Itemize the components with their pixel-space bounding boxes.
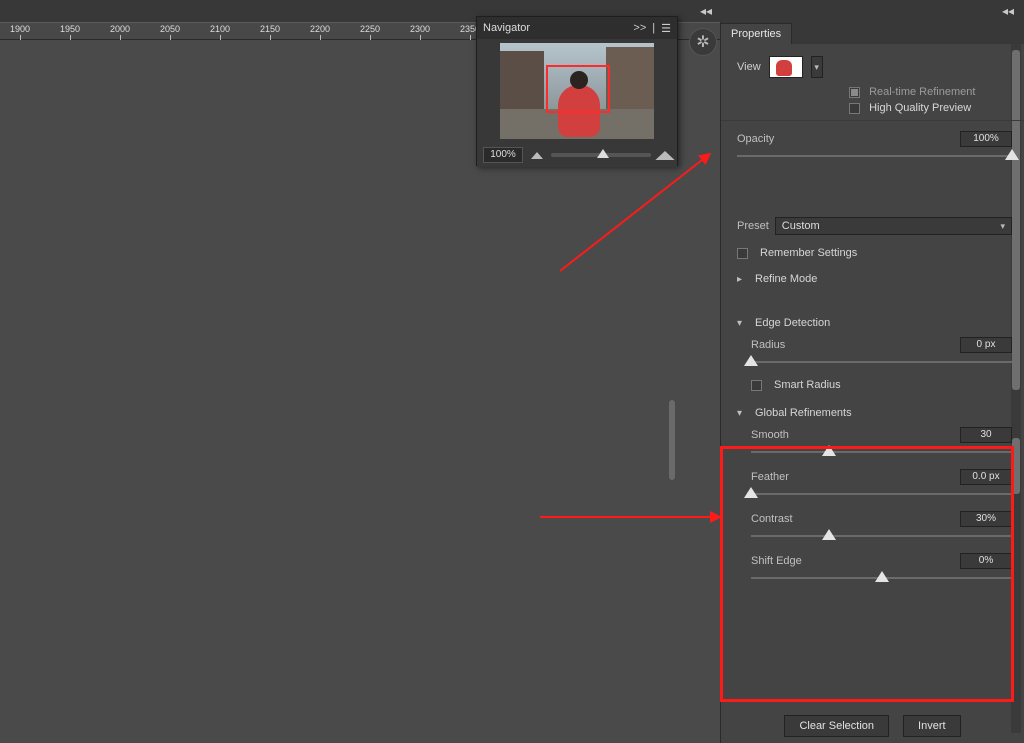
feather-value-input[interactable]: 0.0 px <box>960 469 1012 485</box>
separator <box>721 120 1024 121</box>
feather-slider[interactable] <box>751 487 1012 501</box>
vertical-scrollbar-thumb[interactable] <box>669 400 675 480</box>
subject-cutout <box>0 40 390 743</box>
high-quality-preview-row[interactable]: High Quality Preview <box>849 102 1012 114</box>
navigator-body <box>477 39 677 143</box>
smooth-slider-knob[interactable] <box>822 445 836 456</box>
chevron-down-icon: ▾ <box>1000 221 1005 232</box>
opacity-row: Opacity 100% <box>737 131 1012 147</box>
panel-collapse-right-icon[interactable]: ◂◂ <box>1002 4 1014 18</box>
smart-radius-label: Smart Radius <box>774 379 841 391</box>
shift-edge-value-input[interactable]: 0% <box>960 553 1012 569</box>
opacity-slider[interactable] <box>737 149 1012 163</box>
remember-settings-checkbox[interactable] <box>737 248 748 259</box>
opacity-label: Opacity <box>737 133 774 145</box>
contrast-value-input[interactable]: 30% <box>960 511 1012 527</box>
ruler-tick: 2000 <box>110 24 130 34</box>
ruler-tick: 2150 <box>260 24 280 34</box>
ship-wheel-icon[interactable]: ✲ <box>689 28 717 56</box>
contrast-slider[interactable] <box>751 529 1012 543</box>
navigator-header[interactable]: Navigator >> | ☰ <box>477 17 677 39</box>
action-button-row: Clear Selection Invert <box>737 715 1008 737</box>
high-quality-preview-label: High Quality Preview <box>869 102 971 114</box>
smooth-label: Smooth <box>751 429 789 441</box>
navigator-thumbnail[interactable] <box>500 43 654 139</box>
high-quality-preview-checkbox[interactable] <box>849 103 860 114</box>
ruler-tick: 2050 <box>160 24 180 34</box>
view-mode-thumbnail[interactable] <box>769 56 803 78</box>
remember-settings-row[interactable]: Remember Settings <box>737 247 1012 259</box>
realtime-refinement-checkbox <box>849 87 860 98</box>
global-refinements-header[interactable]: ▾ Global Refinements <box>737 407 1012 419</box>
zoom-out-icon[interactable] <box>531 152 543 159</box>
contrast-slider-knob[interactable] <box>822 529 836 540</box>
view-mode-dropdown[interactable]: ▾ <box>811 56 823 78</box>
properties-panel: Properties View ▾ Real-time Refinement H… <box>720 22 1024 743</box>
ruler-tick: 2250 <box>360 24 380 34</box>
shift-edge-slider-knob[interactable] <box>875 571 889 582</box>
navigator-viewport-box[interactable] <box>546 65 610 113</box>
remember-settings-label: Remember Settings <box>760 247 857 259</box>
radius-label: Radius <box>751 339 785 351</box>
opacity-slider-knob[interactable] <box>1005 149 1019 160</box>
chevron-right-icon: ▸ <box>737 274 747 285</box>
ruler-tick: 2200 <box>310 24 330 34</box>
preset-value: Custom <box>782 220 820 232</box>
refine-mode-label: Refine Mode <box>755 273 817 285</box>
clear-selection-button[interactable]: Clear Selection <box>784 715 889 737</box>
collapse-icon[interactable]: >> <box>633 22 646 34</box>
contrast-row: Contrast 30% <box>751 511 1012 527</box>
view-label: View <box>737 61 761 73</box>
preset-label: Preset <box>737 220 769 232</box>
panel-menu-icon[interactable]: ☰ <box>661 22 671 35</box>
preset-row: Preset Custom ▾ <box>737 217 1012 235</box>
edge-detection-label: Edge Detection <box>755 317 830 329</box>
zoom-slider[interactable] <box>551 153 651 157</box>
feather-row: Feather 0.0 px <box>751 469 1012 485</box>
smart-radius-checkbox[interactable] <box>751 380 762 391</box>
zoom-slider-knob[interactable] <box>597 149 609 158</box>
shift-edge-row: Shift Edge 0% <box>751 553 1012 569</box>
radius-slider-knob[interactable] <box>744 355 758 366</box>
chevron-down-icon: ▾ <box>737 318 747 329</box>
smooth-row: Smooth 30 <box>751 427 1012 443</box>
ruler-tick: 1900 <box>10 24 30 34</box>
smart-radius-row[interactable]: Smart Radius <box>751 379 1012 391</box>
feather-label: Feather <box>751 471 789 483</box>
feather-slider-knob[interactable] <box>744 487 758 498</box>
shift-edge-label: Shift Edge <box>751 555 802 567</box>
ruler-tick: 2300 <box>410 24 430 34</box>
realtime-refinement-row: Real-time Refinement <box>849 86 1012 98</box>
view-mode-row: View ▾ <box>737 56 1012 78</box>
annotation-arrow <box>540 516 720 518</box>
ruler-tick: 1950 <box>60 24 80 34</box>
edge-detection-header[interactable]: ▾ Edge Detection <box>737 317 1012 329</box>
zoom-in-icon[interactable] <box>655 151 674 160</box>
properties-tab-row: Properties <box>721 22 1024 44</box>
invert-button[interactable]: Invert <box>903 715 961 737</box>
contrast-label: Contrast <box>751 513 793 525</box>
navigator-title: Navigator <box>483 22 627 34</box>
radius-value-input[interactable]: 0 px <box>960 337 1012 353</box>
zoom-value-input[interactable]: 100% <box>483 147 523 163</box>
realtime-refinement-label: Real-time Refinement <box>869 86 975 98</box>
opacity-value-input[interactable]: 100% <box>960 131 1012 147</box>
smooth-slider[interactable] <box>751 445 1012 459</box>
tab-properties[interactable]: Properties <box>721 23 792 44</box>
refine-mode-header[interactable]: ▸ Refine Mode <box>737 273 1012 285</box>
radius-row: Radius 0 px <box>751 337 1012 353</box>
radius-slider[interactable] <box>751 355 1012 369</box>
preset-select[interactable]: Custom ▾ <box>775 217 1012 235</box>
chevron-down-icon: ▾ <box>737 408 747 419</box>
ruler-tick: 2100 <box>210 24 230 34</box>
navigator-panel[interactable]: Navigator >> | ☰ 100% <box>476 16 678 166</box>
global-refinements-label: Global Refinements <box>755 407 852 419</box>
divider-icon: | <box>652 22 655 34</box>
navigator-footer: 100% <box>477 143 677 167</box>
properties-body: View ▾ Real-time Refinement High Quality… <box>721 44 1024 743</box>
shift-edge-slider[interactable] <box>751 571 1012 585</box>
panel-collapse-left-icon[interactable]: ◂◂ <box>700 4 712 18</box>
smooth-value-input[interactable]: 30 <box>960 427 1012 443</box>
